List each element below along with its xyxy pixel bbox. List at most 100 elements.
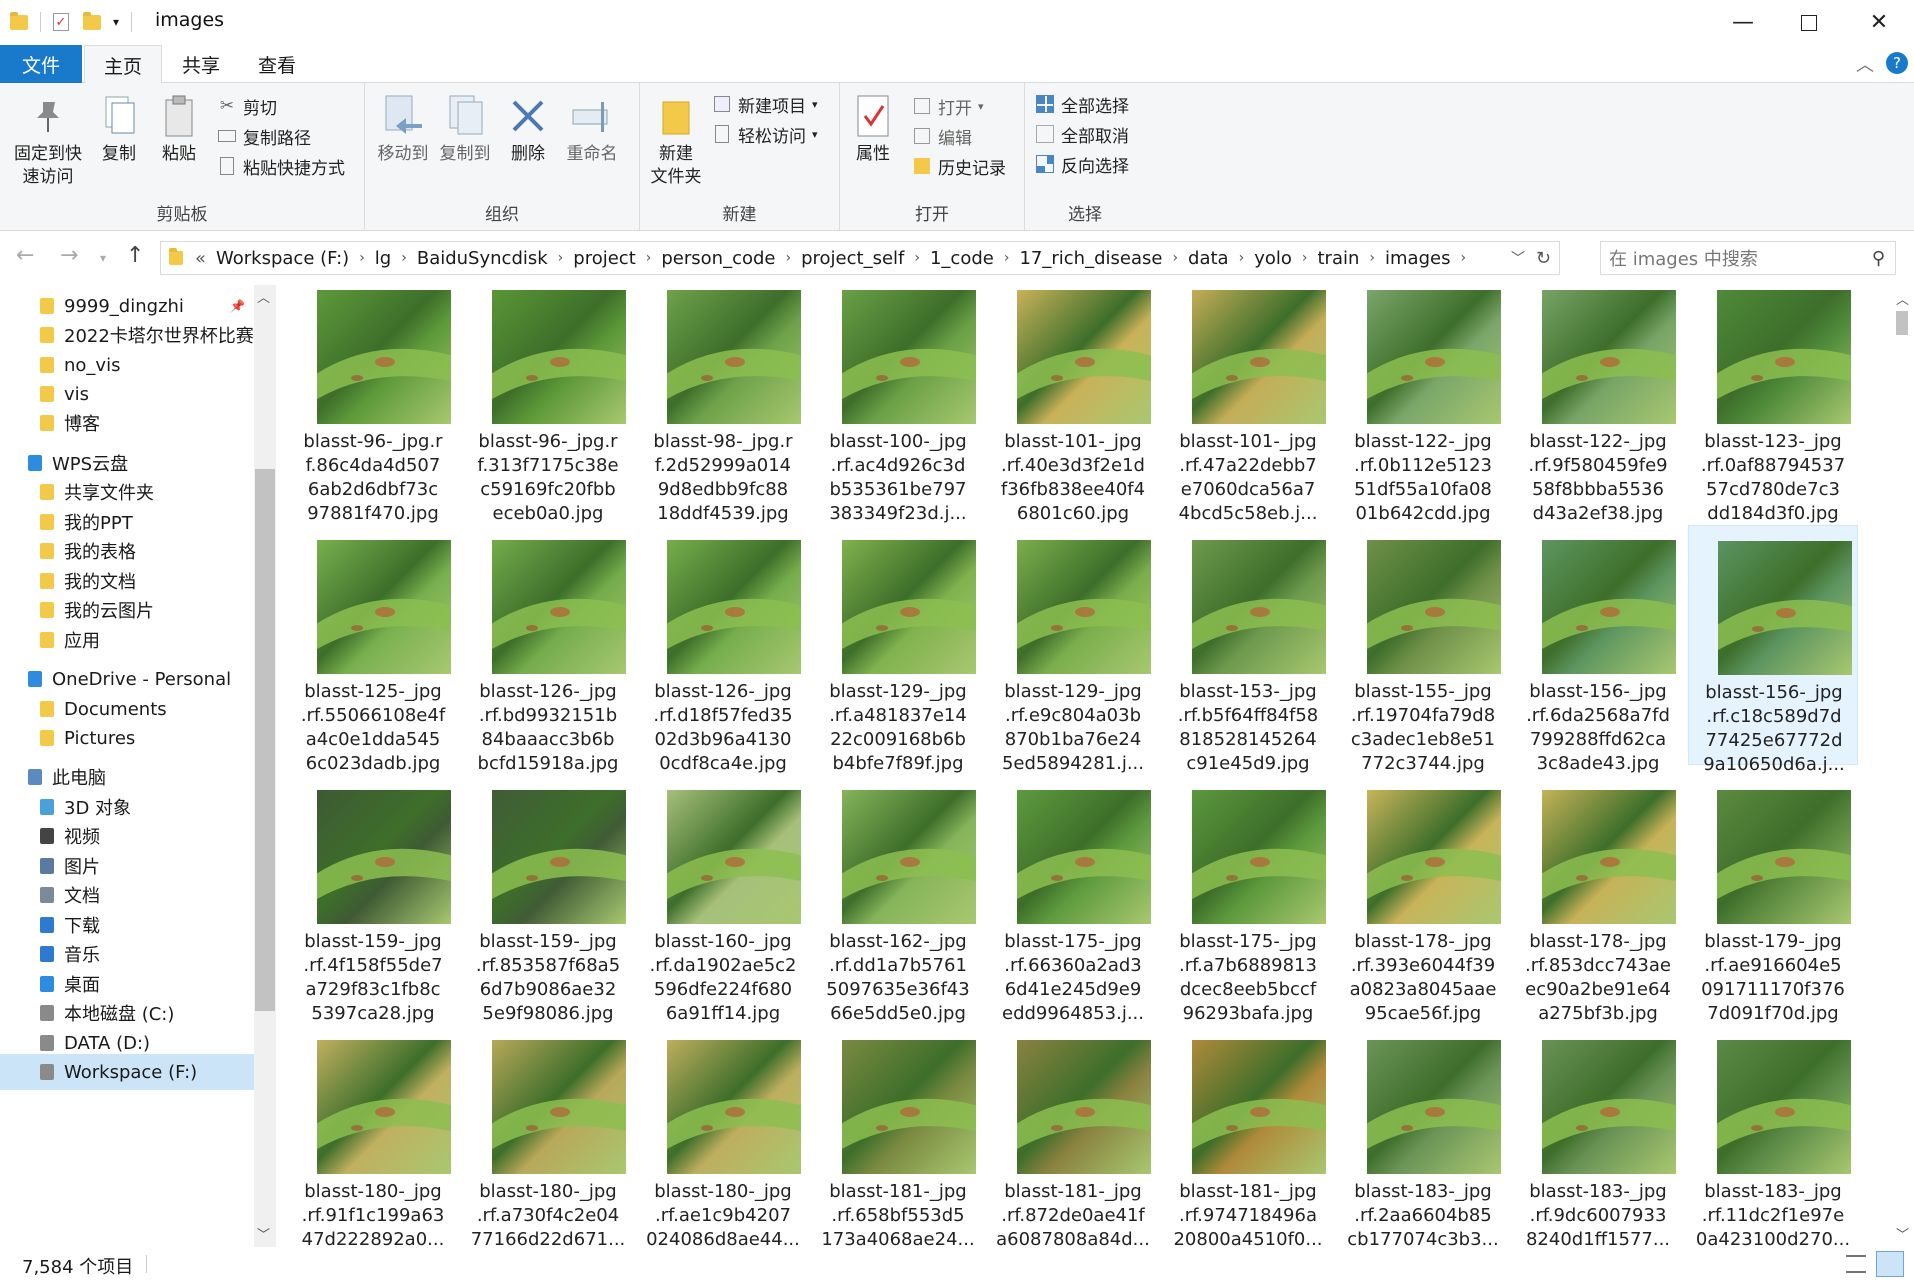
file-item[interactable]: blasst-156-_jpg .rf.6da2568a7fd 799288ff…	[1513, 525, 1683, 774]
breadcrumb-label[interactable]: images	[1385, 248, 1450, 269]
new-folder-button[interactable]: 新建 文件夹	[646, 93, 706, 189]
close-button[interactable]: ✕	[1844, 0, 1914, 45]
nav-item[interactable]: 博客	[0, 405, 255, 441]
address-box[interactable]: « Workspace (F:) › lg › BaiduSyncdisk › projec…	[160, 241, 1560, 275]
customize-toolbar-icon[interactable]: ▾	[113, 15, 119, 29]
nav-item[interactable]: Pictures	[0, 720, 255, 756]
scroll-up-icon[interactable]: ︿	[257, 287, 270, 306]
copy-to-button[interactable]: 复制到	[437, 93, 493, 166]
breadcrumb-separator-icon[interactable]: ›	[558, 250, 564, 266]
breadcrumb-label[interactable]: lg	[375, 248, 391, 269]
file-item[interactable]: blasst-98-_jpg.r f.2d52999a014 9d8edbb9f…	[638, 285, 808, 524]
minimize-button[interactable]: —	[1708, 0, 1778, 45]
file-item[interactable]: blasst-181-_jpg .rf.872de0ae41f a6087808…	[988, 1025, 1158, 1247]
content-scroll-thumb[interactable]	[1896, 311, 1908, 335]
new-item-button[interactable]: 新建项目 ▾	[712, 91, 818, 117]
open-button[interactable]: 打开 ▾	[912, 93, 984, 119]
collapse-ribbon-icon[interactable]: ︿	[1856, 51, 1874, 77]
file-item[interactable]: blasst-175-_jpg .rf.a7b6889813 dcec8eeb5…	[1163, 775, 1333, 1024]
breadcrumb-label[interactable]: 17_rich_disease	[1019, 248, 1162, 269]
breadcrumb-separator-icon[interactable]: ›	[1302, 250, 1308, 266]
file-item[interactable]: blasst-126-_jpg .rf.d18f57fed35 02d3b96a…	[638, 525, 808, 774]
pin-icon[interactable]: 📌	[230, 299, 245, 313]
file-item[interactable]: blasst-96-_jpg.r f.313f7175c38e c59169fc…	[463, 285, 633, 524]
overflow-icon[interactable]: «	[195, 248, 206, 269]
file-item[interactable]: blasst-180-_jpg .rf.ae1c9b4207 024086d8a…	[638, 1025, 808, 1247]
history-button[interactable]: 历史记录	[912, 153, 1006, 179]
details-view-icon[interactable]	[1846, 1255, 1866, 1273]
breadcrumb-separator-icon[interactable]: ›	[401, 250, 407, 266]
file-item[interactable]: blasst-123-_jpg .rf.0af88794537 57cd780d…	[1688, 285, 1858, 524]
properties-button[interactable]: 属性	[848, 93, 898, 166]
scroll-up-icon[interactable]: ︿	[1896, 289, 1909, 308]
breadcrumb-separator-icon[interactable]: ›	[785, 250, 791, 266]
tab-file[interactable]: 文件	[0, 45, 82, 83]
file-item[interactable]: blasst-159-_jpg .rf.853587f68a5 6d7b9086…	[463, 775, 633, 1024]
breadcrumb-separator-icon[interactable]: ›	[359, 250, 365, 266]
file-item[interactable]: blasst-122-_jpg .rf.0b112e5123 51df55a10…	[1338, 285, 1508, 524]
file-item[interactable]: blasst-122-_jpg .rf.9f580459fe9 58f8bbba…	[1513, 285, 1683, 524]
breadcrumb-separator-icon[interactable]: ›	[646, 250, 652, 266]
file-item[interactable]: blasst-156-_jpg .rf.c18c589d7d 77425e677…	[1688, 525, 1858, 775]
file-item[interactable]: blasst-129-_jpg .rf.a481837e14 22c009168…	[813, 525, 983, 774]
search-input[interactable]: 在 images 中搜索 ⚲	[1600, 241, 1896, 275]
file-item[interactable]: blasst-153-_jpg .rf.b5f64ff84f58 8185281…	[1163, 525, 1333, 774]
file-item[interactable]: blasst-178-_jpg .rf.853dcc743ae ec90a2be…	[1513, 775, 1683, 1024]
edit-button[interactable]: 编辑	[912, 123, 972, 149]
file-item[interactable]: blasst-96-_jpg.r f.86c4da4d507 6ab2d6dbf…	[288, 285, 458, 524]
paste-shortcut-button[interactable]: 粘贴快捷方式	[217, 153, 345, 179]
file-item[interactable]: blasst-179-_jpg .rf.ae916604e5 091711170…	[1688, 775, 1858, 1024]
file-item[interactable]: blasst-160-_jpg .rf.da1902ae5c2 596dfe22…	[638, 775, 808, 1024]
file-item[interactable]: blasst-181-_jpg .rf.658bf553d5 173a4068a…	[813, 1025, 983, 1247]
file-item[interactable]: blasst-125-_jpg .rf.55066108e4f a4c0e1dd…	[288, 525, 458, 774]
delete-button[interactable]: 删除	[503, 93, 553, 166]
file-item[interactable]: blasst-126-_jpg .rf.bd9932151b 84baaacc3…	[463, 525, 633, 774]
up-icon[interactable]: ↑	[126, 243, 144, 268]
easy-access-button[interactable]: 轻松访问 ▾	[712, 121, 818, 147]
breadcrumb-separator-icon[interactable]: ›	[1369, 250, 1375, 266]
file-item[interactable]: blasst-100-_jpg .rf.ac4d926c3d b535361be…	[813, 285, 983, 524]
breadcrumb-separator-icon[interactable]: ›	[914, 250, 920, 266]
file-item[interactable]: blasst-159-_jpg .rf.4f158f55de7 a729f83c…	[288, 775, 458, 1024]
breadcrumb-label[interactable]: data	[1188, 248, 1229, 269]
pin-quick-access-button[interactable]: 固定到快 速访问	[6, 93, 90, 189]
maximize-button[interactable]	[1774, 0, 1844, 45]
nav-item[interactable]: Workspace (F:)	[0, 1054, 255, 1090]
breadcrumb-label[interactable]: Workspace (F:)	[216, 248, 349, 269]
move-to-button[interactable]: 移动到	[375, 93, 431, 166]
nav-scroll-thumb[interactable]	[255, 469, 275, 1011]
breadcrumb-label[interactable]: 1_code	[930, 248, 994, 269]
breadcrumb-label[interactable]: person_code	[661, 248, 775, 269]
address-dropdown-icon[interactable]: ﹀	[1511, 248, 1525, 268]
forward-icon[interactable]: →	[60, 243, 78, 268]
file-item[interactable]: blasst-183-_jpg .rf.9dc6007933 8240d1ff1…	[1513, 1025, 1683, 1247]
new-folder-icon[interactable]	[83, 11, 101, 30]
nav-item[interactable]: 应用	[0, 622, 255, 658]
rename-button[interactable]: 重命名	[561, 93, 623, 166]
breadcrumb-label[interactable]: project_self	[801, 248, 904, 269]
file-item[interactable]: blasst-101-_jpg .rf.47a22debb7 e7060dca5…	[1163, 285, 1333, 524]
scroll-down-icon[interactable]: ﹀	[257, 1224, 270, 1243]
file-item[interactable]: blasst-101-_jpg .rf.40e3d3f2e1d f36fb838…	[988, 285, 1158, 524]
breadcrumb-label[interactable]: train	[1318, 248, 1360, 269]
paste-button[interactable]: 粘贴	[154, 93, 204, 166]
breadcrumb-label[interactable]: project	[573, 248, 635, 269]
recent-locations-icon[interactable]: ▾	[100, 251, 106, 265]
breadcrumb-separator-icon[interactable]: ›	[1460, 250, 1466, 266]
back-icon[interactable]: ←	[16, 243, 34, 268]
breadcrumb-separator-icon[interactable]: ›	[1239, 250, 1245, 266]
refresh-icon[interactable]: ↻	[1536, 248, 1551, 269]
tab-share[interactable]: 共享	[162, 45, 240, 83]
file-item[interactable]: blasst-183-_jpg .rf.11dc2f1e97e 0a423100…	[1688, 1025, 1858, 1247]
file-item[interactable]: blasst-155-_jpg .rf.19704fa79d8 c3adec1e…	[1338, 525, 1508, 774]
file-item[interactable]: blasst-180-_jpg .rf.91f1c199a63 47d22289…	[288, 1025, 458, 1247]
select-all-button[interactable]: 全部选择	[1035, 91, 1129, 117]
file-item[interactable]: blasst-180-_jpg .rf.a730f4c2e04 77166d22…	[463, 1025, 633, 1247]
content-scrollbar[interactable]: ︿ ﹀	[1890, 285, 1914, 1247]
select-none-button[interactable]: 全部取消	[1035, 121, 1129, 147]
file-item[interactable]: blasst-178-_jpg .rf.393e6044f39 a0823a80…	[1338, 775, 1508, 1024]
tab-home[interactable]: 主页	[84, 45, 162, 84]
copy-button[interactable]: 复制	[94, 93, 144, 166]
breadcrumb-label[interactable]: yolo	[1254, 248, 1292, 269]
large-icons-view-icon[interactable]	[1876, 1251, 1904, 1277]
